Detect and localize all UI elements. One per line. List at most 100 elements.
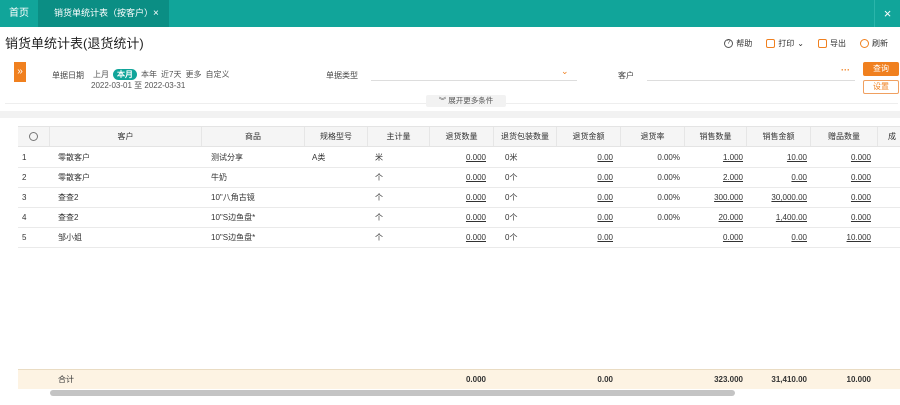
table-row[interactable]: 2 零散客户 牛奶个 0.000 0个 0.00 0.00% 2.000 0.00 0.000 <box>18 168 900 188</box>
return-qty-cell[interactable]: 0.000 <box>430 148 486 167</box>
gift-qty-cell[interactable]: 0.000 <box>811 208 871 227</box>
col-header-customer[interactable]: 客户 <box>50 127 202 146</box>
date-to[interactable]: 2022-03-31 <box>144 81 185 90</box>
customer-cell: 邹小姐 <box>58 233 82 242</box>
table-row[interactable]: 5 邹小姐 10"S边鱼盘* 个 0.000 0个 0.00 0.000 0.00 10.000 <box>18 228 900 248</box>
col-header-spec[interactable]: 规格型号 <box>305 127 368 146</box>
date-range[interactable]: 2022-03-01 至 2022-03-31 <box>91 80 185 91</box>
double-chevron-down-icon: ︾ <box>438 96 447 105</box>
expand-filter-toggle[interactable]: » <box>14 62 26 82</box>
chevron-down-icon[interactable]: ⌄ <box>797 39 804 48</box>
table-row[interactable]: 3 查查2 10"八角古镜 个 0.000 0个 0.00 0.00% 300.000 30,00… <box>18 188 900 208</box>
tab-close-icon[interactable]: × <box>153 0 159 27</box>
customer-label: 客户 <box>618 71 634 80</box>
sales-amount-cell[interactable]: 0.00 <box>747 228 807 247</box>
export-icon <box>818 39 827 48</box>
sales-amount-cell[interactable]: 30,000.00 <box>747 188 807 207</box>
gift-qty-cell[interactable]: 10.000 <box>811 228 871 247</box>
help-button[interactable]: ? 帮助 <box>724 38 752 49</box>
col-header-return-rate[interactable]: 退货率 <box>621 127 685 146</box>
sales-amount-cell[interactable]: 10.00 <box>747 148 807 167</box>
gift-qty-cell[interactable]: 0.000 <box>811 188 871 207</box>
query-button[interactable]: 查询 <box>863 62 899 76</box>
chevron-down-icon[interactable]: ⌄ <box>561 66 569 77</box>
sales-qty-cell[interactable]: 300.000 <box>685 188 743 207</box>
print-label: 打印 <box>778 39 795 48</box>
print-icon <box>766 39 776 48</box>
col-header-gift-qty[interactable]: 赠品数量 <box>811 127 878 146</box>
return-amount-cell[interactable]: 0.00 <box>557 148 613 167</box>
col-header-return-amount[interactable]: 退货金额 <box>557 127 621 146</box>
column-settings[interactable] <box>18 127 50 146</box>
more-conditions-button[interactable]: ︾ 展开更多条件 <box>426 95 506 107</box>
sales-qty-cell[interactable]: 0.000 <box>685 228 743 247</box>
toolbar: ? 帮助 打印 ⌄ 导出 刷新 <box>724 38 888 49</box>
sales-amount-cell[interactable]: 1,400.00 <box>747 208 807 227</box>
gear-icon <box>29 132 38 141</box>
settings-button[interactable]: 设置 <box>863 80 899 94</box>
date-option-last-7-days[interactable]: 近7天 <box>161 69 181 80</box>
unit-cell: 个 <box>375 213 383 222</box>
col-header-return-pack-qty[interactable]: 退货包装数量 <box>494 127 557 146</box>
return-qty-cell[interactable]: 0.000 <box>430 228 486 247</box>
date-option-this-year[interactable]: 本年 <box>141 69 157 80</box>
col-header-cost[interactable]: 成 <box>878 127 900 146</box>
date-option-custom[interactable]: 自定义 <box>205 69 229 80</box>
customer-cell: 零散客户 <box>58 153 90 162</box>
tab-home[interactable]: 首页 <box>0 0 38 27</box>
sales-qty-cell[interactable]: 20.000 <box>685 208 743 227</box>
date-options: 上月 本月 本年 近7天 更多 自定义 <box>93 69 229 80</box>
gift-qty-cell[interactable]: 0.000 <box>811 148 871 167</box>
sales-qty-cell[interactable]: 2.000 <box>685 168 743 187</box>
row-index: 2 <box>22 173 27 182</box>
row-index: 3 <box>22 193 27 202</box>
customer-cell: 零散客户 <box>58 173 90 182</box>
return-qty-cell[interactable]: 0.000 <box>430 208 486 227</box>
tab-sales-stats[interactable]: 销货单统计表（按客户） <box>38 0 169 27</box>
return-pack-qty-cell: 0个 <box>505 173 518 182</box>
date-from[interactable]: 2022-03-01 <box>91 81 132 90</box>
col-header-return-qty[interactable]: 退货数量 <box>430 127 494 146</box>
product-cell: 10"八角古镜 <box>211 193 255 202</box>
sales-amount-cell[interactable]: 0.00 <box>747 168 807 187</box>
return-amount-cell[interactable]: 0.00 <box>557 228 613 247</box>
unit-cell: 个 <box>375 193 383 202</box>
return-pack-qty-cell: 0个 <box>505 193 518 202</box>
horizontal-scrollbar[interactable] <box>50 390 735 396</box>
page-title: 销货单统计表(退货统计) <box>5 36 144 51</box>
customer-input[interactable] <box>647 67 855 81</box>
table-header: 客户 商品 规格型号 主计量 退货数量 退货包装数量 退货金额 退货率 销售数量… <box>18 126 900 147</box>
footer-return-qty: 0.000 <box>465 375 486 384</box>
spec-cell <box>312 188 368 207</box>
date-option-more[interactable]: 更多 <box>185 69 201 80</box>
date-option-last-month[interactable]: 上月 <box>93 69 109 80</box>
table-row[interactable]: 4 查查2 10"S边鱼盘* 个 0.000 0个 0.00 0.00% 20.000 1,400… <box>18 208 900 228</box>
refresh-label: 刷新 <box>872 39 888 48</box>
col-header-unit[interactable]: 主计量 <box>368 127 430 146</box>
return-qty-cell[interactable]: 0.000 <box>430 188 486 207</box>
col-header-product[interactable]: 商品 <box>202 127 305 146</box>
return-rate-cell: 0.00% <box>657 193 680 202</box>
unit-cell: 个 <box>375 173 383 182</box>
table-row[interactable]: 1 零散客户 测试分享 A类米 0.000 0米 0.00 0.00% 1.000 10.00 0.… <box>18 148 900 168</box>
return-amount-cell[interactable]: 0.00 <box>557 188 613 207</box>
print-button[interactable]: 打印 ⌄ <box>766 38 804 49</box>
refresh-button[interactable]: 刷新 <box>860 38 888 49</box>
return-pack-qty-cell: 0个 <box>505 233 518 242</box>
gift-qty-cell[interactable]: 0.000 <box>811 168 871 187</box>
date-option-this-month[interactable]: 本月 <box>113 69 137 80</box>
row-index: 1 <box>22 153 27 162</box>
sales-qty-cell[interactable]: 1.000 <box>685 148 743 167</box>
return-amount-cell[interactable]: 0.00 <box>557 208 613 227</box>
doc-type-select[interactable] <box>371 67 577 81</box>
customer-more-icon[interactable]: ··· <box>841 65 850 75</box>
window-close-icon[interactable]: × <box>874 0 900 27</box>
row-index: 4 <box>22 213 27 222</box>
return-amount-cell[interactable]: 0.00 <box>557 168 613 187</box>
export-button[interactable]: 导出 <box>818 38 846 49</box>
col-header-sales-qty[interactable]: 销售数量 <box>685 127 747 146</box>
return-qty-cell[interactable]: 0.000 <box>430 168 486 187</box>
col-header-sales-amount[interactable]: 销售金额 <box>747 127 811 146</box>
unit-cell: 个 <box>375 233 383 242</box>
footer-label: 合计 <box>58 375 74 384</box>
